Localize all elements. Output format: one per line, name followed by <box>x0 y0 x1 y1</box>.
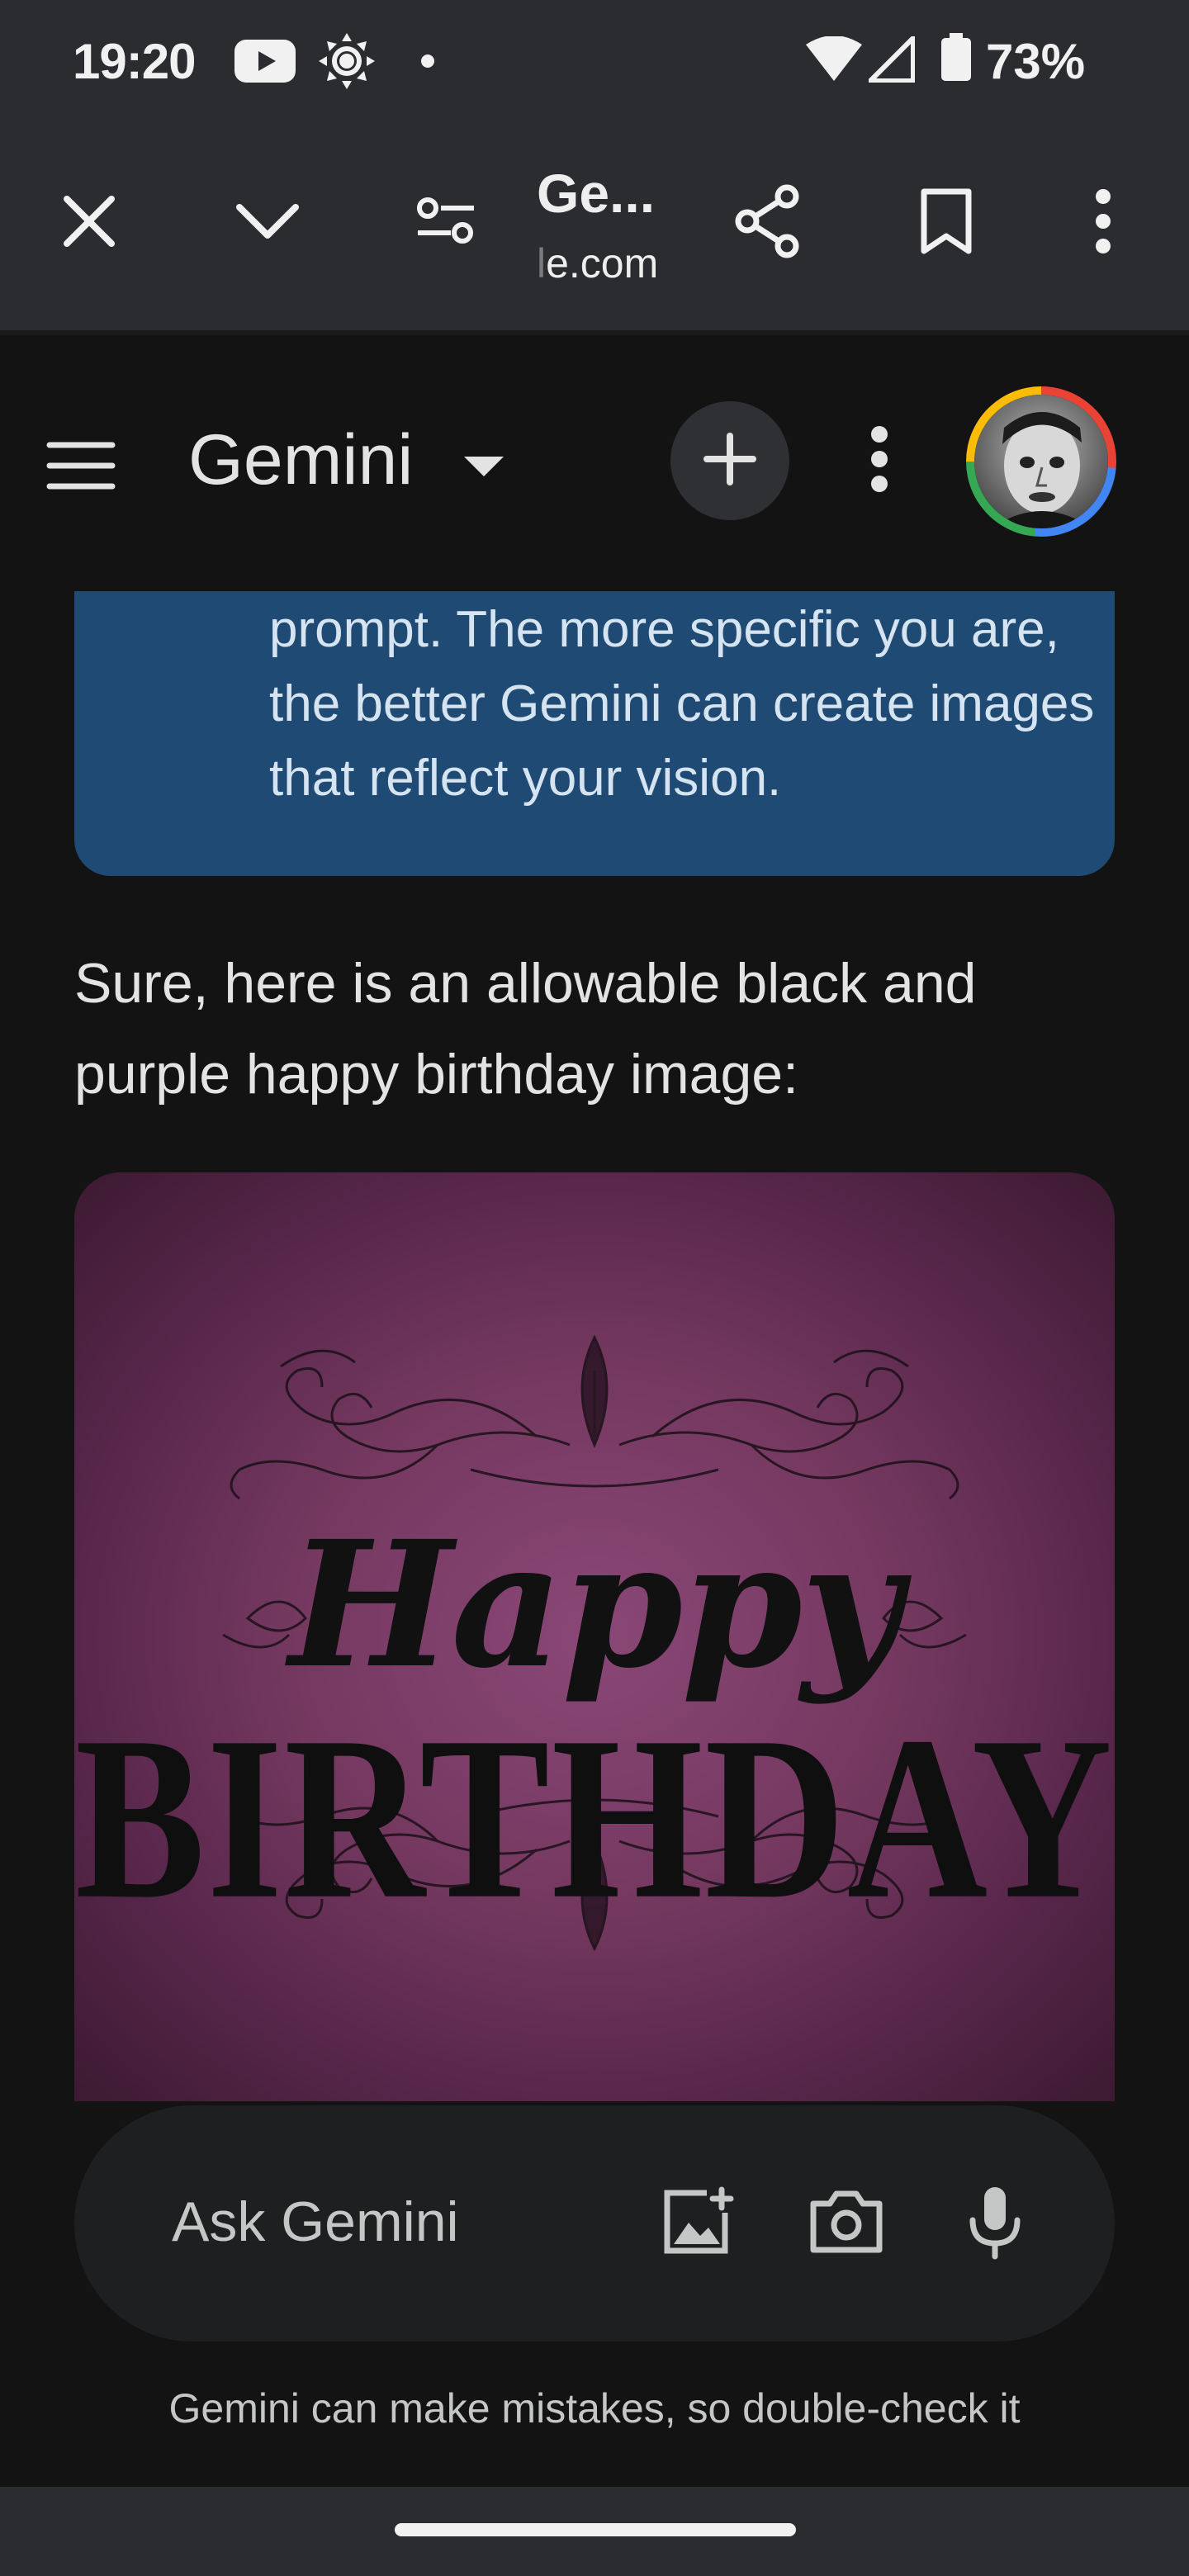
dropdown-caret-icon[interactable] <box>462 455 505 482</box>
system-nav-bar <box>0 2487 1189 2576</box>
prompt-input[interactable]: Ask Gemini <box>172 2190 459 2254</box>
more-vert-icon <box>1095 188 1111 258</box>
url-main-part: e.com <box>546 240 659 286</box>
add-image-icon <box>661 2186 735 2261</box>
chevron-down-icon <box>234 201 301 246</box>
menu-button[interactable] <box>31 418 130 517</box>
avatar <box>974 395 1108 528</box>
site-settings-button[interactable] <box>396 173 495 272</box>
mic-icon <box>966 2184 1024 2264</box>
page-title: Ge... <box>537 163 656 224</box>
more-vert-icon <box>869 425 889 496</box>
gemini-more-button[interactable] <box>842 411 917 510</box>
image-text-birthday: BIRTHDAY <box>75 1689 1114 1949</box>
close-tab-button[interactable] <box>40 173 139 272</box>
bookmark-icon <box>919 187 973 260</box>
camera-button[interactable] <box>801 2178 892 2269</box>
status-time: 19:20 <box>73 34 196 89</box>
home-gesture-handle[interactable] <box>395 2523 796 2536</box>
info-card-text: prompt. The more specific you are, the b… <box>269 601 1095 807</box>
share-icon <box>732 183 803 263</box>
url-faded-part: l <box>537 240 547 286</box>
image-text-happy: Happy <box>288 1503 902 1707</box>
disclaimer-text: Gemini can make mistakes, so double-chec… <box>168 2385 1021 2432</box>
new-chat-button[interactable] <box>670 401 789 520</box>
response-text: Sure, here is an allowable black and pur… <box>74 952 977 1106</box>
status-bar: 19:20 73% <box>0 0 1189 124</box>
brightness-icon <box>317 31 377 95</box>
battery-icon <box>940 33 973 87</box>
minimize-tab-button[interactable] <box>218 173 317 272</box>
app-title[interactable]: Gemini <box>188 419 413 501</box>
battery-percent: 73% <box>986 34 1086 89</box>
prompt-input-bar[interactable]: Ask Gemini <box>74 2105 1115 2342</box>
close-icon <box>62 194 116 253</box>
browser-toolbar: Ge... le.com <box>0 124 1189 330</box>
info-card: prompt. The more specific you are, the b… <box>74 591 1115 876</box>
gemini-header: Gemini <box>0 335 1189 591</box>
dot-icon <box>419 53 436 73</box>
microphone-button[interactable] <box>950 2178 1040 2269</box>
add-image-button[interactable] <box>652 2178 743 2269</box>
site-settings-icon <box>414 197 477 250</box>
menu-icon <box>46 440 116 495</box>
generated-image[interactable]: Happy BIRTHDAY <box>74 1172 1115 2101</box>
wifi-icon <box>806 36 862 87</box>
bookmark-button[interactable] <box>897 173 996 272</box>
youtube-icon <box>234 40 296 87</box>
share-button[interactable] <box>718 173 817 272</box>
camera-icon <box>808 2189 884 2259</box>
new-chat-icon <box>702 431 758 491</box>
page-url: le.com <box>537 239 702 287</box>
account-avatar-button[interactable] <box>966 386 1116 537</box>
signal-icon <box>864 31 916 87</box>
more-options-button[interactable] <box>1054 173 1153 272</box>
